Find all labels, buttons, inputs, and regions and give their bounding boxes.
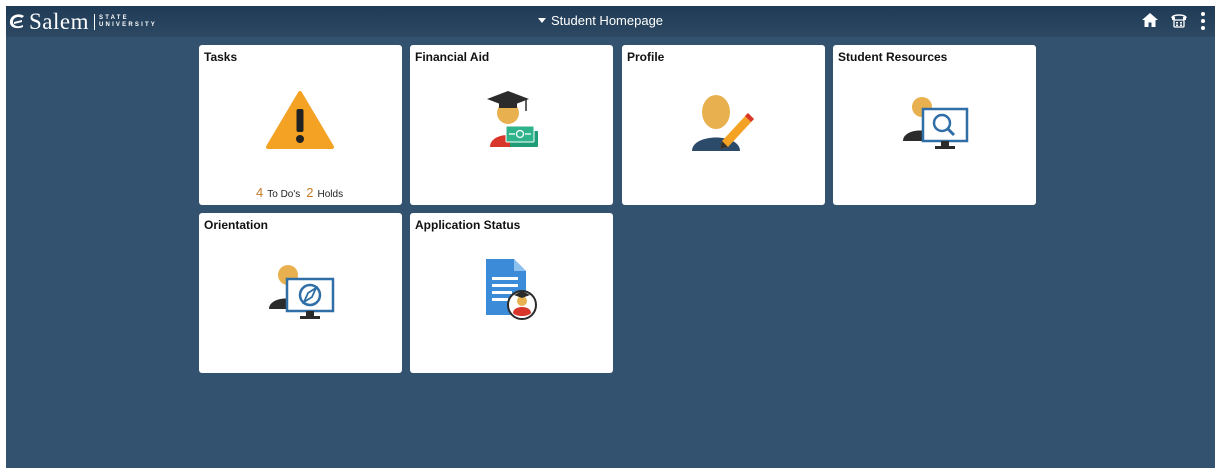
tile-application-status[interactable]: Application Status — [410, 213, 613, 373]
todo-label: To Do's — [267, 189, 301, 200]
logo-divider — [94, 14, 95, 30]
header-bar: Salem STATE UNIVERSITY Student Homepage — [6, 6, 1215, 37]
task-counts: 4 To Do's 2 Holds — [256, 185, 349, 200]
graduate-money-icon — [487, 91, 538, 147]
tile-financial-aid[interactable]: Financial Aid — [410, 45, 613, 205]
todo-count: 4 — [256, 185, 264, 200]
tile-title: Student Resources — [838, 50, 948, 64]
user-search-monitor-icon — [903, 97, 969, 149]
tile-title: Financial Aid — [415, 50, 490, 64]
logo-subtitle-line2: UNIVERSITY — [99, 22, 158, 28]
holds-count: 2 — [306, 185, 314, 200]
app-container: Salem STATE UNIVERSITY Student Homepage — [6, 6, 1215, 468]
caret-down-icon — [538, 18, 546, 23]
document-graduate-icon — [486, 259, 537, 320]
logo-mark-icon — [9, 14, 24, 29]
home-icon[interactable] — [1141, 11, 1159, 34]
tile-student-resources[interactable]: Student Resources — [833, 45, 1036, 205]
tile-title: Application Status — [415, 218, 521, 232]
page-title: Student Homepage — [551, 13, 664, 28]
user-compass-monitor-icon — [269, 265, 335, 319]
holds-label: Holds — [317, 189, 344, 200]
homepage-selector[interactable]: Student Homepage — [538, 13, 663, 28]
logo-subtitle: STATE UNIVERSITY — [99, 15, 157, 29]
tile-tasks[interactable]: Tasks 4 To Do's 2 Holds — [199, 45, 402, 205]
tile-title: Tasks — [204, 50, 238, 64]
tile-title: Profile — [627, 50, 665, 64]
tile-title: Orientation — [204, 218, 269, 232]
tile-profile[interactable]: Profile — [622, 45, 825, 205]
user-edit-icon — [692, 95, 754, 151]
more-actions-icon[interactable] — [1200, 11, 1206, 36]
tile-orientation[interactable]: Orientation — [199, 213, 402, 373]
logo-wordmark: Salem — [29, 9, 89, 34]
navbar-icon[interactable] — [1169, 11, 1189, 34]
university-logo[interactable]: Salem STATE UNIVERSITY — [8, 9, 157, 35]
logo-subtitle-line1: STATE — [99, 15, 129, 21]
warning-icon — [266, 91, 334, 149]
